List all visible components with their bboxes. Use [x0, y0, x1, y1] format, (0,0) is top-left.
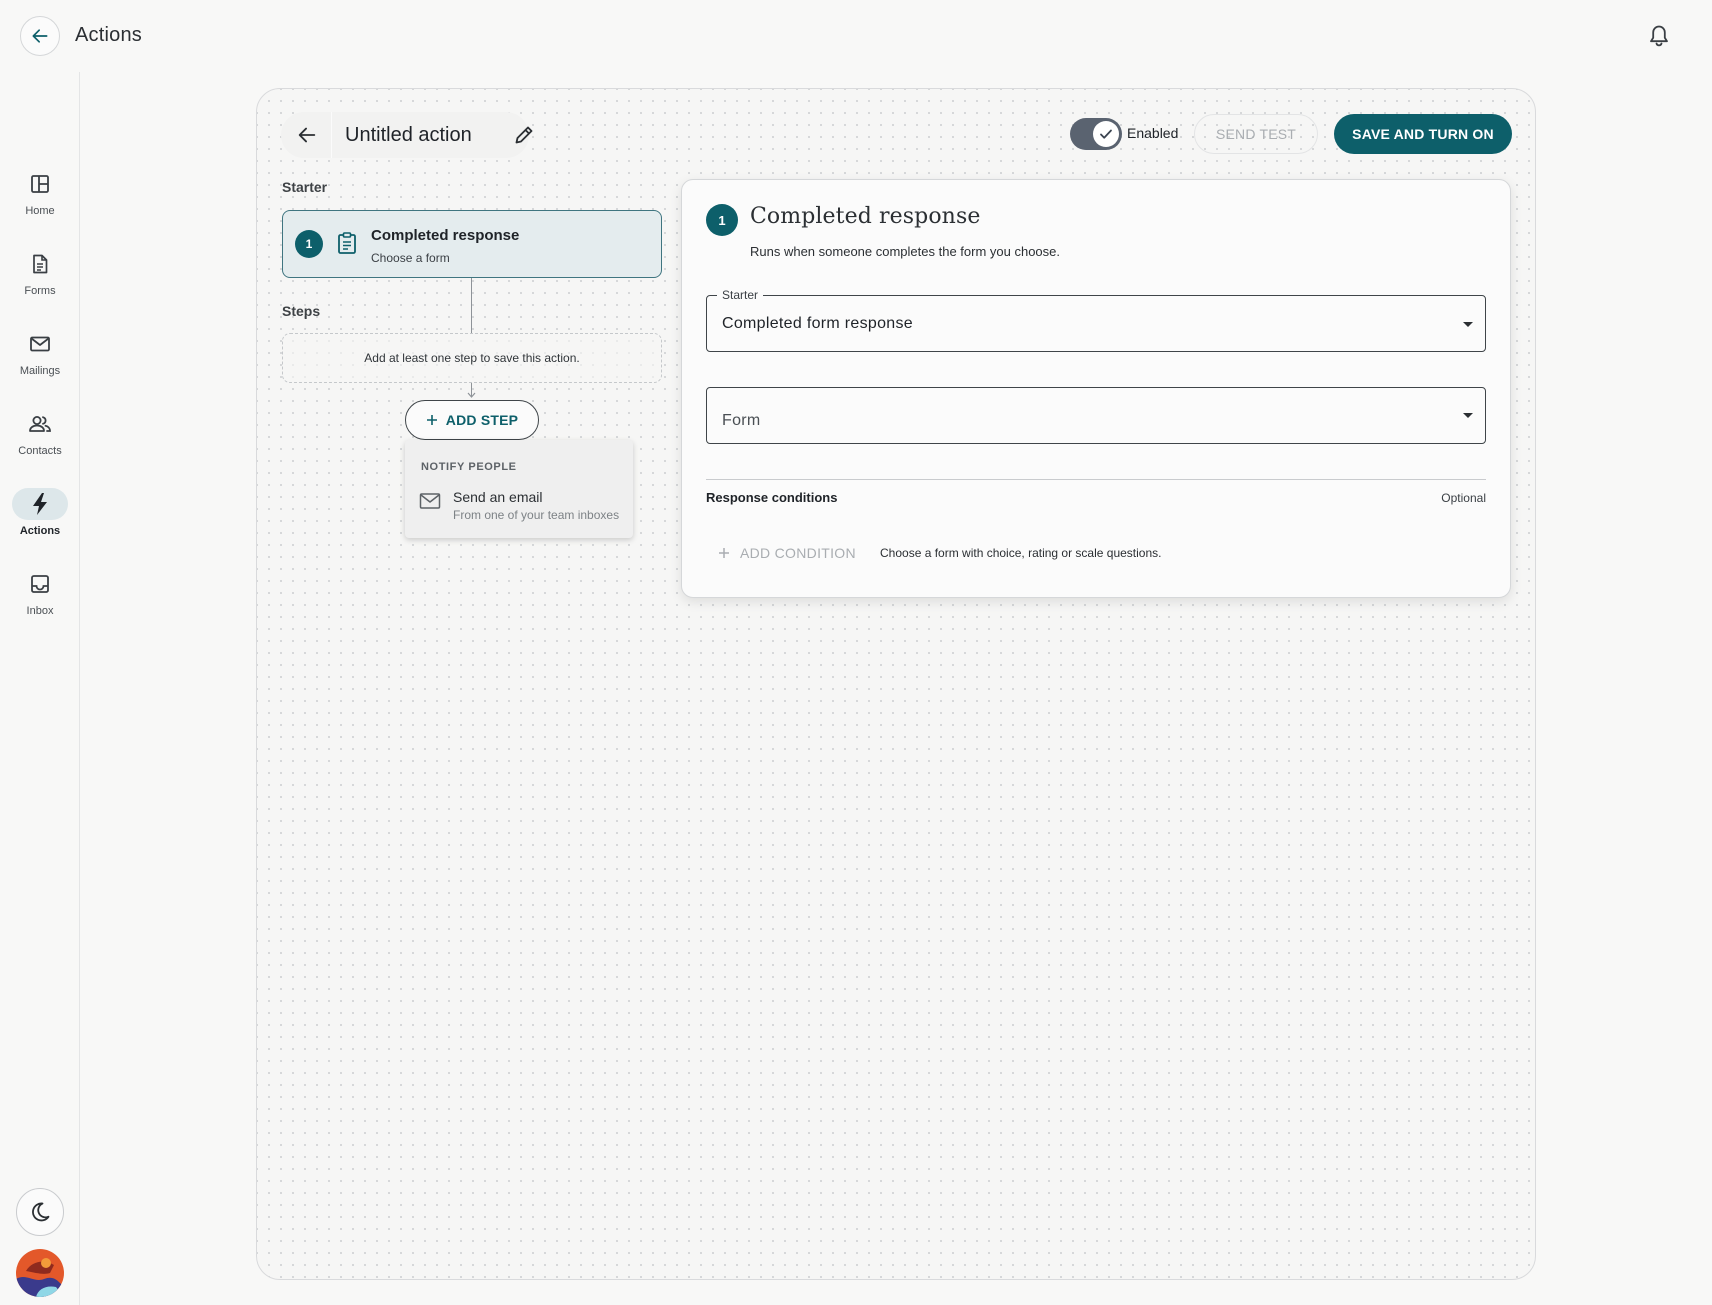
arrow-left-icon	[298, 127, 316, 143]
form-select-placeholder: Form	[722, 412, 761, 429]
clipboard-icon	[338, 232, 356, 254]
response-conditions-title: Response conditions	[706, 490, 838, 505]
avatar[interactable]	[16, 1249, 64, 1297]
add-condition-button[interactable]: ADD CONDITION	[718, 543, 856, 563]
optional-label: Optional	[1441, 491, 1486, 505]
side-nav: Home Forms Mailings Contacts Actions Inb…	[0, 72, 80, 1305]
nav-label-forms: Forms	[24, 285, 56, 297]
form-select[interactable]: Form	[706, 387, 1486, 444]
starter-section-label: Starter	[282, 179, 328, 195]
top-bar: Actions	[0, 0, 1712, 72]
add-step-menu: NOTIFY PEOPLE Send an email From one of …	[405, 440, 633, 538]
panel-title: Completed response	[750, 204, 981, 229]
menu-heading: NOTIFY PEOPLE	[421, 461, 517, 473]
chevron-down-icon	[1463, 322, 1473, 327]
notifications-button[interactable]	[1648, 24, 1670, 48]
menu-item-send-email[interactable]: Send an email From one of your team inbo…	[405, 482, 633, 528]
nav-label-actions: Actions	[19, 525, 61, 537]
toggle-knob	[1093, 121, 1119, 147]
nav-icon-wrap	[12, 488, 68, 520]
bell-icon	[1650, 25, 1668, 47]
nav-item-mailings[interactable]: Mailings	[0, 328, 80, 392]
action-editor-canvas: Untitled action Enabled SEND TEST SAVE A…	[256, 88, 1536, 1280]
editor-back-button[interactable]	[289, 117, 325, 153]
starter-select[interactable]: Starter Completed form response	[706, 288, 1486, 352]
add-condition-hint: Choose a form with choice, rating or sca…	[880, 546, 1162, 560]
check-icon	[1100, 129, 1112, 139]
arrow-left-icon	[32, 29, 48, 43]
rename-button[interactable]	[513, 124, 535, 146]
plus-icon	[719, 548, 729, 558]
nav-label-home: Home	[25, 205, 55, 217]
panel-description: Runs when someone completes the form you…	[750, 244, 1061, 259]
menu-item-subtitle: From one of your team inboxes	[453, 508, 620, 522]
enabled-label: Enabled	[1127, 125, 1179, 141]
enabled-toggle[interactable]	[1070, 118, 1122, 150]
starter-card-subtitle: Choose a form	[371, 251, 450, 265]
contacts-icon	[29, 416, 51, 432]
nav-item-actions[interactable]: Actions	[0, 488, 80, 552]
nav-icon-wrap	[12, 408, 68, 440]
home-icon	[31, 175, 49, 193]
nav-icon-wrap	[12, 168, 68, 200]
forms-icon	[33, 254, 48, 274]
step-number-badge: 1	[295, 230, 323, 258]
starter-select-value: Completed form response	[722, 315, 913, 332]
nav-icon-wrap	[12, 328, 68, 360]
nav-item-contacts[interactable]: Contacts	[0, 408, 80, 472]
pencil-icon	[515, 126, 533, 144]
action-title: Untitled action	[345, 124, 472, 146]
inbox-icon	[31, 575, 49, 593]
send-test-button[interactable]: SEND TEST	[1194, 114, 1318, 154]
mail-icon	[419, 493, 441, 509]
add-step-button[interactable]: ADD STEP	[405, 400, 539, 440]
save-and-turn-on-button[interactable]: SAVE AND TURN ON	[1334, 114, 1512, 154]
nav-icon-wrap	[12, 248, 68, 280]
nav-label-inbox: Inbox	[26, 605, 54, 617]
arrow-down-icon	[467, 392, 476, 398]
nav-item-forms[interactable]: Forms	[0, 248, 80, 312]
starter-detail-panel: 1 Completed response Runs when someone c…	[681, 179, 1511, 598]
add-step-label: ADD STEP	[445, 412, 519, 428]
plus-icon	[426, 415, 437, 425]
step-number-badge: 1	[706, 204, 738, 236]
nav-icon-wrap	[12, 568, 68, 600]
starter-card[interactable]: 1 Completed response Choose a form	[282, 210, 662, 278]
panel-divider	[706, 479, 1486, 480]
nav-item-inbox[interactable]: Inbox	[0, 568, 80, 632]
bolt-icon	[33, 493, 47, 515]
nav-label-contacts: Contacts	[18, 445, 62, 457]
chevron-down-icon	[1463, 413, 1473, 418]
nav-label-mailings: Mailings	[19, 365, 61, 377]
starter-select-label: Starter	[717, 288, 764, 302]
moon-icon	[32, 1202, 50, 1222]
mail-icon	[30, 336, 50, 352]
chip-divider	[331, 112, 332, 158]
steps-section-label: Steps	[282, 303, 321, 319]
add-condition-label: ADD CONDITION	[740, 545, 856, 561]
menu-item-title: Send an email	[453, 489, 543, 505]
avatar-image	[16, 1249, 64, 1297]
starter-card-title: Completed response	[371, 227, 520, 244]
nav-item-home[interactable]: Home	[0, 168, 80, 232]
steps-empty-placeholder: Add at least one step to save this actio…	[282, 333, 662, 383]
flow-connector	[471, 278, 472, 333]
back-button[interactable]	[20, 16, 60, 56]
action-title-chip: Untitled action	[281, 112, 533, 158]
page-title: Actions	[75, 24, 142, 46]
theme-toggle-button[interactable]	[16, 1188, 64, 1236]
